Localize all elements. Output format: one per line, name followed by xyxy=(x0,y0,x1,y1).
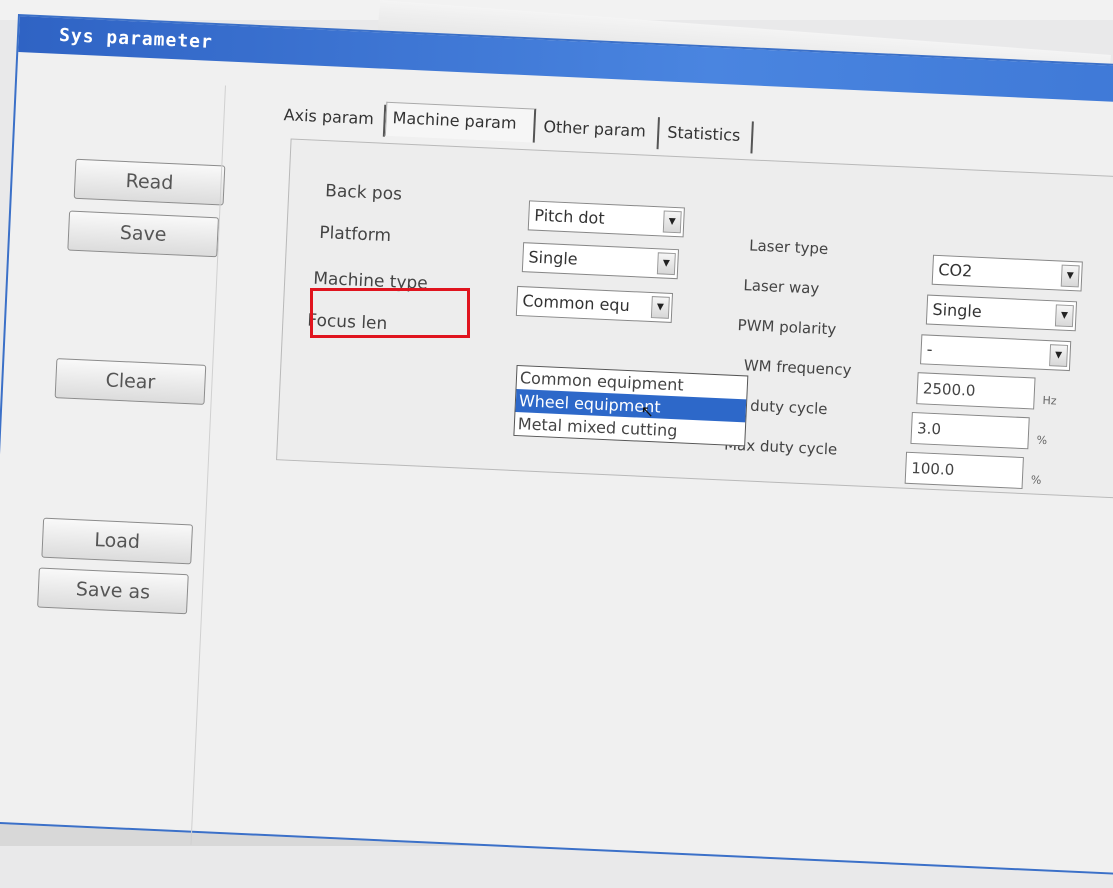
min-duty-cycle-label: n duty cycle xyxy=(735,395,828,419)
chevron-down-icon[interactable]: ▼ xyxy=(662,210,682,234)
machine-type-value: Common equ xyxy=(522,291,631,316)
annotation-highlight-box xyxy=(310,288,470,338)
tab-axis-param[interactable]: Axis param xyxy=(276,99,387,137)
machine-type-select[interactable]: Common equ ▼ xyxy=(515,285,674,323)
laser-type-select[interactable]: CO2 ▼ xyxy=(931,254,1083,292)
back-pos-label: Back pos xyxy=(324,181,403,205)
tab-bar: Axis param Machine param Other param Sta… xyxy=(276,99,754,154)
save-as-button[interactable]: Save as xyxy=(37,567,189,615)
tab-statistics[interactable]: Statistics xyxy=(660,117,754,154)
mouse-pointer-icon: ↖ xyxy=(640,401,655,422)
load-button[interactable]: Load xyxy=(41,517,194,565)
pwm-frequency-input[interactable]: 2500.0 xyxy=(916,372,1036,410)
platform-value: Single xyxy=(528,247,579,269)
laser-way-value: Single xyxy=(932,299,983,322)
chevron-down-icon[interactable]: ▼ xyxy=(1054,304,1074,328)
max-duty-cycle-input[interactable]: 100.0 xyxy=(904,451,1024,490)
pwm-polarity-label: PWM polarity xyxy=(737,315,837,339)
chevron-down-icon[interactable]: ▼ xyxy=(650,296,670,319)
laser-way-label: Laser way xyxy=(743,276,820,298)
clear-button[interactable]: Clear xyxy=(54,358,207,405)
machine-type-dropdown: Common equipment Wheel equipment Metal m… xyxy=(513,364,749,447)
chevron-down-icon[interactable]: ▼ xyxy=(1060,264,1080,288)
min-duty-cycle-input[interactable]: 3.0 xyxy=(910,411,1030,450)
min-duty-cycle-unit: % xyxy=(1036,433,1048,448)
tab-other-param[interactable]: Other param xyxy=(536,111,660,150)
platform-select[interactable]: Single ▼ xyxy=(521,242,680,280)
back-pos-value: Pitch dot xyxy=(533,205,606,228)
chevron-down-icon[interactable]: ▼ xyxy=(656,252,676,276)
platform-label: Platform xyxy=(318,222,392,247)
chevron-down-icon[interactable]: ▼ xyxy=(1049,344,1069,367)
laser-way-select[interactable]: Single ▼ xyxy=(925,294,1078,332)
pwm-frequency-unit: Hz xyxy=(1042,393,1057,408)
save-button[interactable]: Save xyxy=(67,210,219,258)
laser-type-label: Laser type xyxy=(748,236,829,258)
pwm-polarity-value: - xyxy=(926,339,933,359)
sys-parameter-window: Sys parameter Read Save Clear Load Save … xyxy=(0,14,1113,876)
max-duty-cycle-unit: % xyxy=(1030,473,1042,487)
laser-type-value: CO2 xyxy=(937,260,973,281)
back-pos-select[interactable]: Pitch dot ▼ xyxy=(527,200,685,238)
tab-machine-param[interactable]: Machine param xyxy=(384,101,537,143)
read-button[interactable]: Read xyxy=(73,158,226,206)
pwm-polarity-select[interactable]: - ▼ xyxy=(920,334,1072,372)
pwm-frequency-label: WM frequency xyxy=(743,356,852,380)
